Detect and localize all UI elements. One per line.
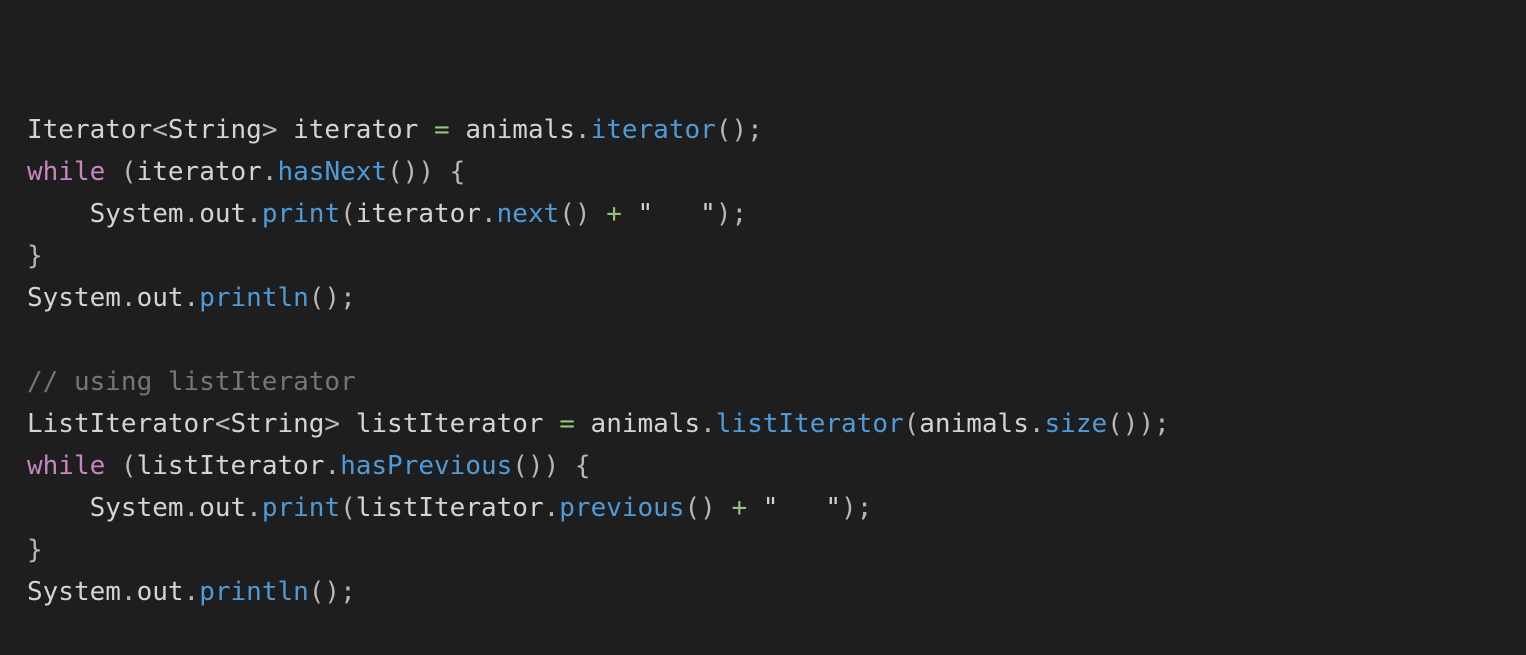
code-identifier: out [136,577,184,607]
code-punctuation: . [183,493,200,523]
code-punctuation: . [246,199,262,229]
code-identifier: listIterator [340,409,560,439]
code-identifier: animals [449,115,575,145]
code-line: System.out.print(listIterator.previous()… [27,487,1526,529]
code-identifier: out [199,493,247,523]
code-method: hasPrevious [340,451,513,481]
code-line: System.out.println(); [27,571,1526,613]
code-method: iterator [590,115,716,145]
code-punctuation: ()) { [512,451,591,481]
code-operator: = [434,115,450,145]
code-punctuation: . [261,157,278,187]
code-punctuation: > [324,409,341,439]
code-punctuation: . [246,493,262,523]
code-method: println [199,283,309,313]
code-method: print [261,493,341,523]
code-punctuation: (); [308,577,356,607]
code-punctuation: (); [308,283,356,313]
code-identifier: String [167,115,262,145]
code-line: } [27,235,1526,277]
code-identifier: out [136,283,184,313]
code-identifier: System [27,493,184,523]
code-identifier: System [27,283,121,313]
code-line: while (iterator.hasNext()) { [27,151,1526,193]
code-punctuation: < [214,409,231,439]
code-block[interactable]: Iterator<String> iterator = animals.iter… [27,109,1526,613]
code-identifier: ListIterator [27,409,215,439]
code-identifier: System [27,199,184,229]
code-punctuation: . [183,199,200,229]
code-punctuation: () [559,199,607,229]
code-punctuation: } [27,241,43,271]
code-punctuation: . [183,577,200,607]
code-identifier: out [199,199,247,229]
code-identifier: animals [574,409,701,439]
code-method: hasNext [277,157,388,187]
code-punctuation: . [183,283,200,313]
code-punctuation: ); [841,493,873,523]
code-punctuation: > [261,115,278,145]
code-identifier: iterator [355,199,481,229]
code-punctuation: () [684,493,732,523]
code-operator: + [731,493,748,523]
code-line: System.out.println(); [27,277,1526,319]
code-operator: = [559,409,575,439]
code-method: print [261,199,341,229]
code-operator: + [606,199,622,229]
code-identifier: System [27,577,121,607]
code-punctuation: ); [715,199,748,229]
code-line: System.out.print(iterator.next() + " "); [27,193,1526,235]
code-method: listIterator [715,409,904,439]
code-punctuation: . [543,493,560,523]
code-punctuation: . [324,451,341,481]
code-method: println [199,577,309,607]
code-line: while (listIterator.hasPrevious()) { [27,445,1526,487]
code-punctuation: (); [715,115,763,145]
code-identifier: iterator [277,115,435,145]
code-line: ListIterator<String> listIterator = anim… [27,403,1526,445]
code-keyword: while [27,451,106,481]
code-line: Iterator<String> iterator = animals.iter… [27,109,1526,151]
code-punctuation: ( [105,451,137,481]
code-punctuation: . [700,409,716,439]
code-punctuation: . [120,577,137,607]
code-punctuation: } [27,535,43,565]
code-identifier: animals [919,409,1029,439]
code-keyword: while [27,157,106,187]
code-method: next [496,199,560,229]
code-punctuation: < [152,115,168,145]
code-string: " " [747,493,842,523]
code-identifier: Iterator [27,115,153,145]
code-identifier: listIterator [136,451,325,481]
code-punctuation: ( [340,493,356,523]
code-line: // using listIterator [27,361,1526,403]
code-method: size [1044,409,1108,439]
code-punctuation: . [481,199,497,229]
code-editor[interactable]: Iterator<String> iterator = animals.iter… [0,0,1526,607]
code-punctuation: . [120,283,137,313]
code-punctuation: ()); [1107,409,1170,439]
code-identifier: listIterator [355,493,544,523]
code-punctuation: . [574,115,591,145]
code-punctuation: ( [340,199,356,229]
code-identifier: String [230,409,325,439]
code-identifier: iterator [136,157,262,187]
code-string: " " [621,199,716,229]
code-punctuation: ( [105,157,137,187]
code-comment: // using listIterator [27,367,356,397]
code-punctuation: ( [903,409,920,439]
code-line: } [27,529,1526,571]
code-punctuation: ()) { [387,157,466,187]
code-method: previous [559,493,685,523]
code-punctuation: . [1028,409,1045,439]
